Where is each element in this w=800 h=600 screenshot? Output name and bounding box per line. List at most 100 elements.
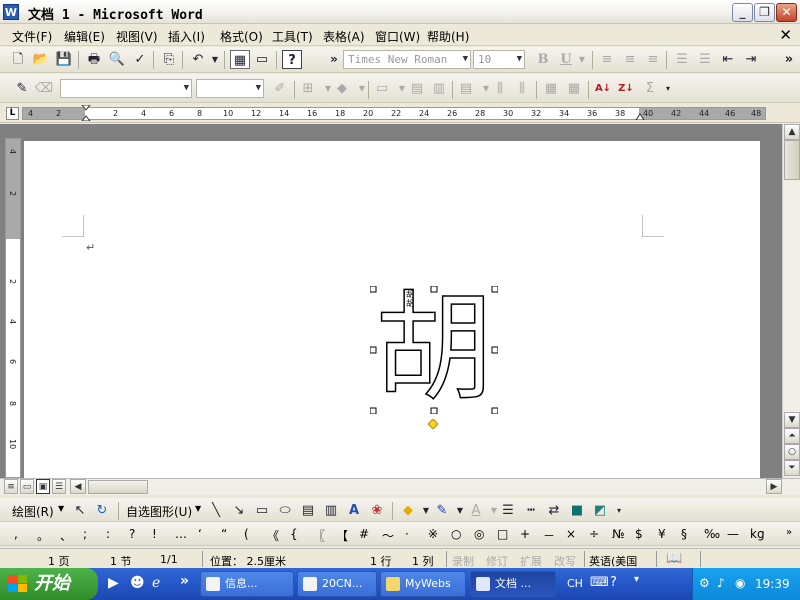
- task-20cn[interactable]: 20CN...: [297, 571, 377, 597]
- font-color-icon[interactable]: A: [466, 501, 486, 520]
- symbol-button[interactable]: ○: [451, 527, 461, 541]
- align-left-icon[interactable]: ≡: [597, 50, 617, 69]
- line-style-combo[interactable]: ▼: [60, 79, 192, 98]
- shadow-style-icon[interactable]: ■: [567, 501, 587, 520]
- volume-icon[interactable]: ♪: [717, 576, 725, 590]
- help-icon[interactable]: ?: [282, 50, 302, 69]
- line-weight-combo[interactable]: ▼: [196, 79, 264, 98]
- tab-selector[interactable]: L: [6, 107, 19, 120]
- font-size-combo[interactable]: 10 ▼: [473, 50, 525, 69]
- menu-help[interactable]: 帮助(H): [427, 28, 469, 45]
- align-cell-icon[interactable]: ▤: [456, 79, 476, 98]
- start-button[interactable]: 开始: [0, 568, 98, 600]
- sort-descending-icon[interactable]: Z↓: [616, 79, 636, 98]
- symbol-button[interactable]: $: [635, 527, 643, 541]
- autoshapes-dropdown-icon[interactable]: ▼: [195, 504, 201, 513]
- drawing-toolbar-options-icon[interactable]: ▾: [609, 501, 629, 520]
- symbol-button[interactable]: —: [727, 527, 739, 541]
- menu-table[interactable]: 表格(A): [323, 28, 365, 45]
- text-direction-icon[interactable]: ▦: [564, 79, 584, 98]
- merge-cells-icon[interactable]: ▤: [407, 79, 427, 98]
- line-color-icon[interactable]: ✎: [432, 501, 452, 520]
- symbol-button[interactable]: §: [681, 527, 687, 541]
- insert-table-icon[interactable]: ▭: [252, 50, 272, 69]
- copy-icon[interactable]: ⎘: [159, 50, 179, 69]
- status-overtype[interactable]: 改写: [554, 553, 576, 569]
- insert-table-icon-2[interactable]: ▭: [372, 79, 392, 98]
- 3d-style-icon[interactable]: ◩: [590, 501, 610, 520]
- quick-launch-more-icon[interactable]: »: [180, 573, 189, 589]
- sort-ascending-icon[interactable]: A↓: [593, 79, 613, 98]
- symbol-button[interactable]: ¥: [658, 527, 666, 541]
- arrow-style-icon[interactable]: ⇄: [544, 501, 564, 520]
- restore-button[interactable]: ❐: [754, 3, 775, 22]
- internet-explorer-icon[interactable]: ℯ: [152, 575, 160, 591]
- insert-wordart-icon[interactable]: A: [344, 501, 364, 520]
- ime-help-icon[interactable]: ?: [610, 575, 617, 590]
- bold-button[interactable]: B: [533, 50, 553, 69]
- distribute-columns-icon[interactable]: ⫼: [512, 79, 532, 98]
- close-document-button[interactable]: ✕: [779, 26, 792, 44]
- normal-view-icon[interactable]: ≡: [4, 479, 18, 494]
- menu-window[interactable]: 窗口(W): [375, 28, 420, 45]
- rectangle-icon[interactable]: ▭: [252, 501, 272, 520]
- horizontal-scrollbar[interactable]: ≡ ▭ ▣ ☰ ◀ ▶: [0, 478, 800, 495]
- symbol-button[interactable]: 《: [267, 527, 279, 544]
- bullets-icon[interactable]: ☰: [695, 50, 715, 69]
- autosum-icon[interactable]: Σ: [640, 79, 660, 98]
- border-color-icon[interactable]: ✐: [270, 79, 290, 98]
- eraser-icon[interactable]: ⌫: [34, 79, 54, 98]
- wordart-object[interactable]: 胡 胡胡: [370, 278, 498, 429]
- vertical-text-box-icon[interactable]: ▥: [321, 501, 341, 520]
- draw-menu-button[interactable]: 绘图(R): [12, 503, 54, 520]
- ime-indicator[interactable]: CH: [567, 577, 583, 590]
- menu-edit[interactable]: 编辑(E): [64, 28, 105, 45]
- symbol-button[interactable]: …: [175, 527, 187, 541]
- vertical-scrollbar[interactable]: ▲ ▼ ⏶ ○ ⏷: [782, 124, 800, 478]
- dash-style-icon[interactable]: ┅: [521, 501, 541, 520]
- symbol-button[interactable]: №: [612, 527, 624, 541]
- open-folder-icon[interactable]: 📂: [31, 50, 51, 69]
- language-bar-options-icon[interactable]: ▾: [634, 574, 639, 585]
- symbol-button[interactable]: !: [152, 527, 157, 541]
- tables-toolbar-options-icon[interactable]: ▾: [658, 79, 678, 98]
- symbol-button[interactable]: :: [106, 527, 110, 541]
- document-page[interactable]: ↵ 胡 胡胡: [24, 141, 760, 478]
- symbol-button[interactable]: #: [359, 527, 369, 541]
- arrow-icon[interactable]: ↘: [229, 501, 249, 520]
- symbol-toolbar-options-icon[interactable]: »: [786, 527, 792, 538]
- word-app-icon[interactable]: W: [3, 4, 19, 20]
- split-cells-icon[interactable]: ▥: [429, 79, 449, 98]
- vertical-ruler[interactable]: 4 2 2 4 6 8 10: [5, 138, 21, 478]
- task-word-document[interactable]: 文档 ...: [470, 571, 556, 597]
- scroll-right-button[interactable]: ▶: [766, 479, 782, 494]
- symbol-button[interactable]: 〖: [313, 527, 325, 544]
- print-icon[interactable]: 🖶: [84, 50, 104, 69]
- shading-color-icon[interactable]: ◆: [332, 79, 352, 98]
- network-icon[interactable]: ⚙: [699, 576, 710, 590]
- menu-format[interactable]: 格式(O): [220, 28, 263, 45]
- menu-tools[interactable]: 工具(T): [272, 28, 313, 45]
- symbol-button[interactable]: ‘: [198, 527, 202, 541]
- indent-marker-icon[interactable]: [81, 105, 91, 121]
- horizontal-scroll-thumb[interactable]: [88, 480, 148, 494]
- keyboard-icon[interactable]: ⌨: [590, 575, 609, 590]
- task-info[interactable]: 信息...: [200, 571, 294, 597]
- menu-file[interactable]: 文件(F): [12, 28, 52, 45]
- print-layout-view-icon[interactable]: ▣: [36, 479, 50, 494]
- select-browse-object-button[interactable]: ○: [784, 444, 800, 460]
- undo-dropdown-icon[interactable]: ▼: [205, 50, 225, 69]
- oval-icon[interactable]: ⬭: [275, 501, 295, 520]
- distribute-rows-icon[interactable]: ⫼: [490, 79, 510, 98]
- symbol-button[interactable]: 【: [336, 527, 348, 544]
- symbol-button[interactable]: ·: [405, 527, 409, 541]
- status-track-changes[interactable]: 修订: [486, 553, 508, 569]
- adjust-handle-icon[interactable]: [428, 419, 438, 429]
- underline-dropdown-icon[interactable]: ▼: [572, 50, 592, 69]
- scroll-down-button[interactable]: ▼: [784, 412, 800, 428]
- select-objects-icon[interactable]: ↖: [70, 501, 90, 520]
- symbol-button[interactable]: ※: [428, 527, 438, 541]
- text-box-icon[interactable]: ▤: [298, 501, 318, 520]
- draw-dropdown-icon[interactable]: ▼: [58, 504, 64, 513]
- scroll-up-button[interactable]: ▲: [784, 124, 800, 140]
